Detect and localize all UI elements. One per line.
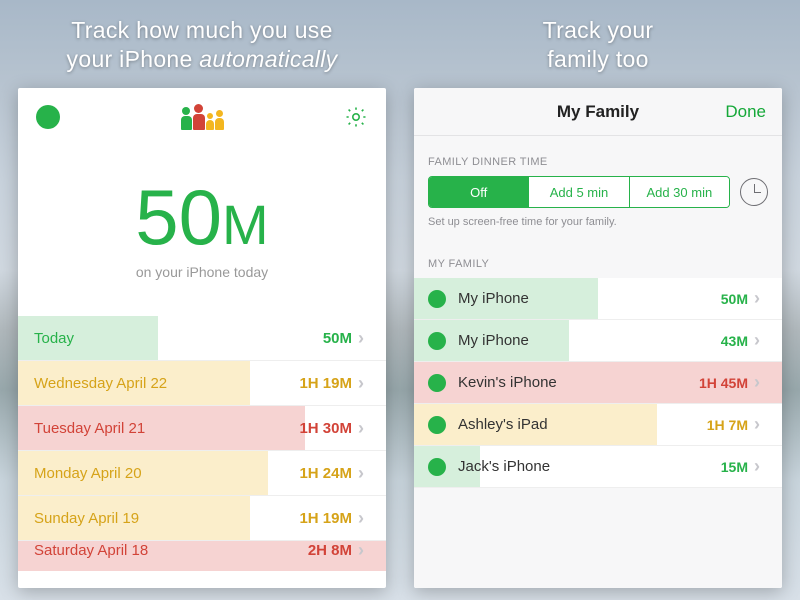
family-value: 43M›	[721, 330, 760, 351]
family-value: 50M›	[721, 288, 760, 309]
day-value: 50M›	[323, 328, 364, 349]
chevron-right-icon: ›	[754, 414, 760, 435]
section-dinner-label: FAMILY DINNER TIME	[414, 136, 782, 176]
day-label: Wednesday April 22	[34, 375, 167, 392]
headline-right: Track yourfamily too	[414, 16, 782, 74]
family-name: My iPhone	[458, 332, 529, 349]
day-row[interactable]: Monday April 20 1H 24M›	[18, 451, 386, 496]
day-row[interactable]: Tuesday April 21 1H 30M›	[18, 406, 386, 451]
family-icon[interactable]	[181, 104, 224, 130]
chevron-right-icon: ›	[754, 372, 760, 393]
family-row[interactable]: My iPhone 43M›	[414, 320, 782, 362]
day-label: Tuesday April 21	[34, 420, 145, 437]
status-dot-icon	[428, 290, 446, 308]
headline-left: Track how much you useyour iPhone automa…	[18, 16, 386, 74]
family-row[interactable]: Jack's iPhone 15M›	[414, 446, 782, 488]
day-row[interactable]: Saturday April 18 2H 8M›	[18, 541, 386, 571]
day-value: 1H 19M›	[299, 373, 364, 394]
day-label: Sunday April 19	[34, 510, 139, 527]
phone-card-family: My Family Done FAMILY DINNER TIME OffAdd…	[414, 88, 782, 588]
screenshot-panel-family: Track yourfamily too My Family Done FAMI…	[414, 12, 782, 588]
day-row[interactable]: Wednesday April 22 1H 19M›	[18, 361, 386, 406]
family-name: Ashley's iPad	[458, 416, 548, 433]
family-value: 1H 7M›	[707, 414, 760, 435]
chevron-right-icon: ›	[358, 328, 364, 349]
segment-add-30-min[interactable]: Add 30 min	[630, 177, 729, 207]
filler	[414, 488, 782, 588]
family-row[interactable]: Kevin's iPhone 1H 45M›	[414, 362, 782, 404]
day-value: 1H 24M›	[299, 463, 364, 484]
chevron-right-icon: ›	[754, 456, 760, 477]
screenshot-panel-usage: Track how much you useyour iPhone automa…	[18, 12, 386, 588]
usage-big-number: 50M	[18, 178, 386, 256]
day-label: Today	[34, 330, 74, 347]
chevron-right-icon: ›	[358, 508, 364, 529]
chevron-right-icon: ›	[754, 288, 760, 309]
clock-icon[interactable]	[740, 178, 768, 206]
status-dot-icon	[428, 416, 446, 434]
usage-subtext: on your iPhone today	[18, 264, 386, 280]
segment-add-5-min[interactable]: Add 5 min	[529, 177, 629, 207]
status-dot-icon[interactable]	[36, 105, 60, 129]
chevron-right-icon: ›	[358, 541, 364, 561]
settings-gear-icon[interactable]	[344, 105, 368, 129]
family-row[interactable]: My iPhone 50M›	[414, 278, 782, 320]
day-list: Today 50M› Wednesday April 22 1H 19M› Tuesda…	[18, 316, 386, 588]
done-button[interactable]: Done	[725, 102, 782, 122]
family-name: Kevin's iPhone	[458, 374, 557, 391]
status-dot-icon	[428, 374, 446, 392]
family-name: Jack's iPhone	[458, 458, 550, 475]
phone-card-usage: 50M on your iPhone today Today50M›Wednes…	[18, 88, 386, 588]
section-family-label: MY FAMILY	[414, 246, 782, 278]
chevron-right-icon: ›	[358, 463, 364, 484]
family-list: My iPhone 50M› My iPhone 43M› Kevin's iPhone…	[414, 278, 782, 488]
family-value: 15M›	[721, 456, 760, 477]
status-dot-icon	[428, 332, 446, 350]
day-value: 1H 30M›	[299, 418, 364, 439]
day-row[interactable]: Sunday April 19 1H 19M›	[18, 496, 386, 541]
day-label: Monday April 20	[34, 465, 142, 482]
chevron-right-icon: ›	[358, 373, 364, 394]
dinner-segmented-control[interactable]: OffAdd 5 minAdd 30 min	[428, 176, 730, 208]
day-value: 2H 8M›	[308, 541, 364, 561]
chevron-right-icon: ›	[358, 418, 364, 439]
day-label: Saturday April 18	[34, 542, 148, 559]
chevron-right-icon: ›	[754, 330, 760, 351]
segmented-row: OffAdd 5 minAdd 30 min	[414, 176, 782, 208]
dinner-help-text: Set up screen-free time for your family.	[414, 208, 782, 246]
segment-off[interactable]: Off	[429, 177, 529, 207]
day-value: 1H 19M›	[299, 508, 364, 529]
family-row[interactable]: Ashley's iPad 1H 7M›	[414, 404, 782, 446]
status-dot-icon	[428, 458, 446, 476]
usage-summary: 50M on your iPhone today	[18, 146, 386, 286]
topbar	[18, 88, 386, 146]
day-row[interactable]: Today 50M›	[18, 316, 386, 361]
navbar: My Family Done	[414, 88, 782, 136]
family-value: 1H 45M›	[699, 372, 760, 393]
family-name: My iPhone	[458, 290, 529, 307]
